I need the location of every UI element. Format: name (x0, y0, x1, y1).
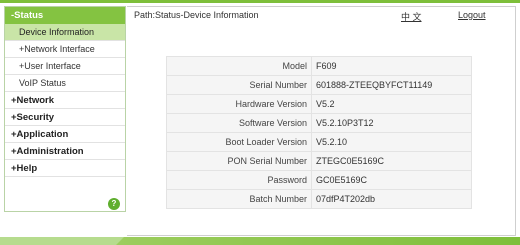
row-value: V5.2 (311, 94, 472, 114)
table-row: Boot Loader Version V5.2.10 (166, 132, 472, 152)
nav-voip-status[interactable]: VoIP Status (5, 75, 125, 92)
footer-stripe (116, 237, 520, 245)
nav-security[interactable]: +Security (5, 109, 125, 126)
language-switch-link[interactable]: 中 文 (401, 10, 422, 23)
nav-device-information[interactable]: Device Information (5, 24, 125, 41)
row-value: GC0E5169C (311, 170, 472, 190)
table-row: Batch Number 07dfP4T202db (166, 189, 472, 209)
row-label: PON Serial Number (166, 151, 312, 171)
logout-link[interactable]: Logout (458, 10, 486, 20)
nav-status[interactable]: -Status (5, 7, 125, 24)
sidebar-nav: -Status Device Information +Network Inte… (4, 6, 126, 212)
nav-network[interactable]: +Network (5, 92, 125, 109)
help-icon[interactable]: ? (108, 198, 120, 210)
row-label: Serial Number (166, 75, 312, 95)
table-row: Hardware Version V5.2 (166, 94, 472, 114)
row-value: 601888-ZTEEQBYFCT11149 (311, 75, 472, 95)
device-info-table: Model F609 Serial Number 601888-ZTEEQBYF… (166, 56, 472, 209)
breadcrumb: Path:Status-Device Information (134, 10, 259, 20)
table-row: PON Serial Number ZTEGC0E5169C (166, 151, 472, 171)
path-bar: Path:Status-Device Information 中 文 Logou… (127, 6, 516, 26)
top-accent-line (0, 0, 520, 3)
row-value: ZTEGC0E5169C (311, 151, 472, 171)
row-value: 07dfP4T202db (311, 189, 472, 209)
row-value: V5.2.10 (311, 132, 472, 152)
row-label: Model (166, 56, 312, 76)
nav-help[interactable]: +Help (5, 160, 125, 177)
row-value: V5.2.10P3T12 (311, 113, 472, 133)
table-row: Password GC0E5169C (166, 170, 472, 190)
row-label: Boot Loader Version (166, 132, 312, 152)
row-label: Batch Number (166, 189, 312, 209)
table-row: Serial Number 601888-ZTEEQBYFCT11149 (166, 75, 472, 95)
row-label: Password (166, 170, 312, 190)
nav-application[interactable]: +Application (5, 126, 125, 143)
nav-network-interface[interactable]: +Network Interface (5, 41, 125, 58)
table-row: Model F609 (166, 56, 472, 76)
table-row: Software Version V5.2.10P3T12 (166, 113, 472, 133)
row-label: Hardware Version (166, 94, 312, 114)
nav-administration[interactable]: +Administration (5, 143, 125, 160)
row-value: F609 (311, 56, 472, 76)
row-label: Software Version (166, 113, 312, 133)
nav-user-interface[interactable]: +User Interface (5, 58, 125, 75)
